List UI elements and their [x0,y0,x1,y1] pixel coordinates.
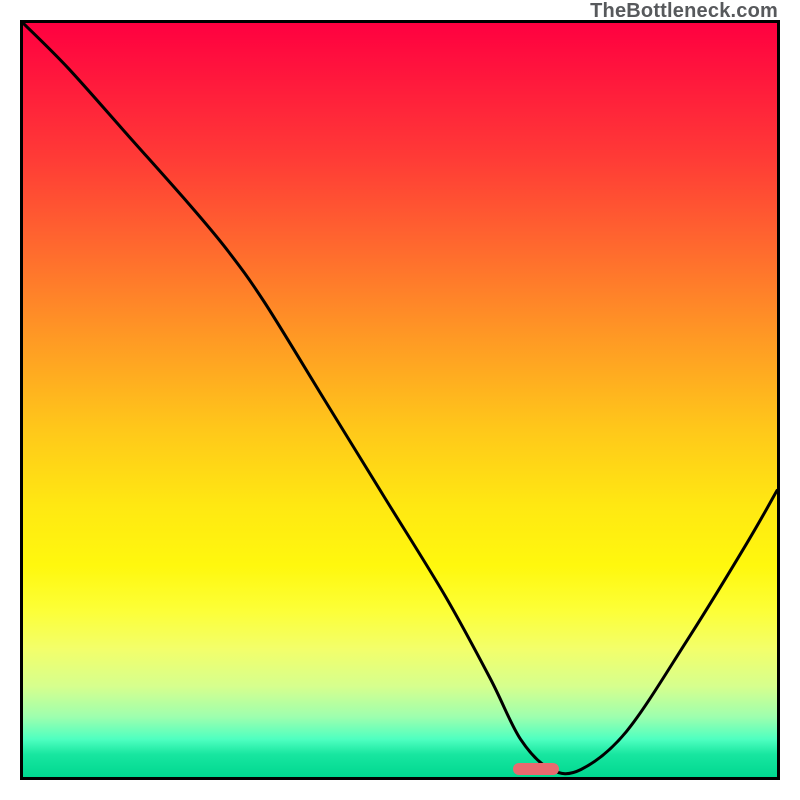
chart-curve [23,23,777,777]
chart-frame [20,20,780,780]
optimal-marker [513,763,559,775]
curve-path [23,23,777,774]
